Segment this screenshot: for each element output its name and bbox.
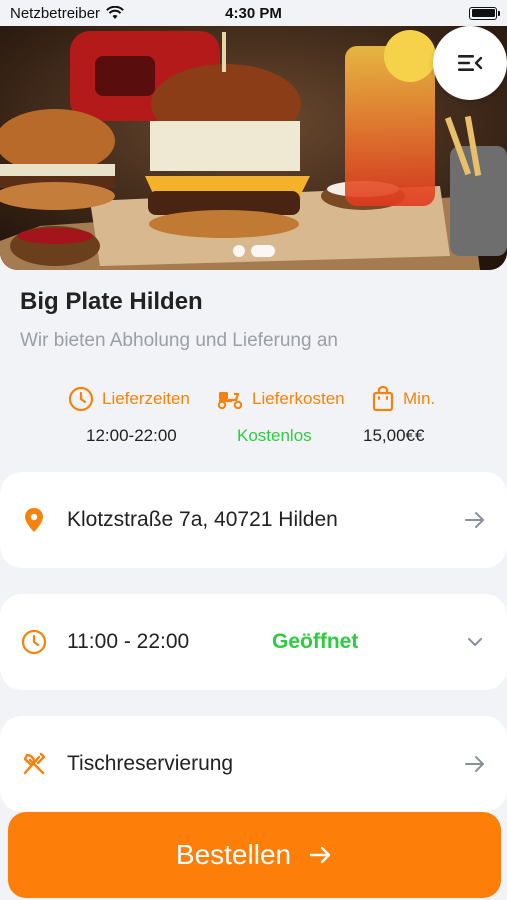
chevron-down-icon[interactable]	[463, 630, 487, 654]
table-reservation-card[interactable]: Tischreservierung	[0, 716, 507, 812]
minimum-order-info: Min.	[371, 386, 435, 412]
order-button-label: Bestellen	[175, 839, 292, 870]
minimum-order-value: 15,00€€	[363, 426, 425, 445]
scooter-icon	[217, 392, 243, 410]
status-bar: Netzbetreiber 4:30 PM	[0, 0, 507, 26]
carousel-dot[interactable]	[232, 245, 245, 257]
delivery-info-values: 12:00-22:00 Kostenlos 15,00€€	[0, 426, 507, 450]
open-status: Geöffnet	[272, 630, 359, 653]
restaurant-name: Big Plate Hilden	[20, 288, 203, 315]
carousel-dot-active[interactable]	[250, 245, 275, 257]
shopping-bag-icon	[372, 386, 394, 412]
location-pin-icon	[20, 506, 48, 534]
delivery-times-info: Lieferzeiten	[68, 386, 190, 412]
delivery-info-row: Lieferzeiten Lieferkosten Min.	[0, 384, 507, 416]
minimum-order-label: Min.	[403, 389, 436, 408]
cutlery-icon	[20, 750, 48, 778]
delivery-times-value: 12:00-22:00	[86, 426, 177, 445]
hero-image	[0, 26, 507, 270]
delivery-cost-label: Lieferkosten	[252, 389, 345, 408]
order-button[interactable]: Bestellen	[8, 812, 501, 898]
carrier-label: Netzbetreiber	[10, 4, 101, 22]
arrow-right-icon	[309, 846, 331, 864]
reservation-label: Tischreservierung	[67, 752, 234, 775]
status-left: Netzbetreiber	[10, 5, 124, 22]
opening-hours-text: 11:00 - 22:00	[67, 630, 190, 653]
menu-button[interactable]	[433, 26, 507, 100]
delivery-cost-info: Lieferkosten	[216, 386, 345, 412]
address-card[interactable]: Klotzstraße 7a, 40721 Hilden	[0, 472, 507, 568]
battery-icon	[469, 6, 500, 20]
restaurant-tagline: Wir bieten Abholung und Lieferung an	[20, 330, 338, 351]
clock-icon	[20, 628, 48, 656]
carousel-indicator[interactable]	[0, 245, 507, 257]
address-text: Klotzstraße 7a, 40721 Hilden	[67, 508, 338, 531]
delivery-cost-value: Kostenlos	[237, 426, 312, 445]
arrow-right-icon	[463, 508, 487, 532]
arrow-right-icon	[463, 752, 487, 776]
wifi-icon	[106, 6, 124, 19]
opening-hours-card[interactable]: 11:00 - 22:00 Geöffnet	[0, 594, 507, 690]
clock-icon	[68, 386, 94, 412]
delivery-times-label: Lieferzeiten	[102, 389, 190, 408]
burger-photo	[0, 26, 507, 270]
menu-collapse-icon	[458, 55, 483, 71]
